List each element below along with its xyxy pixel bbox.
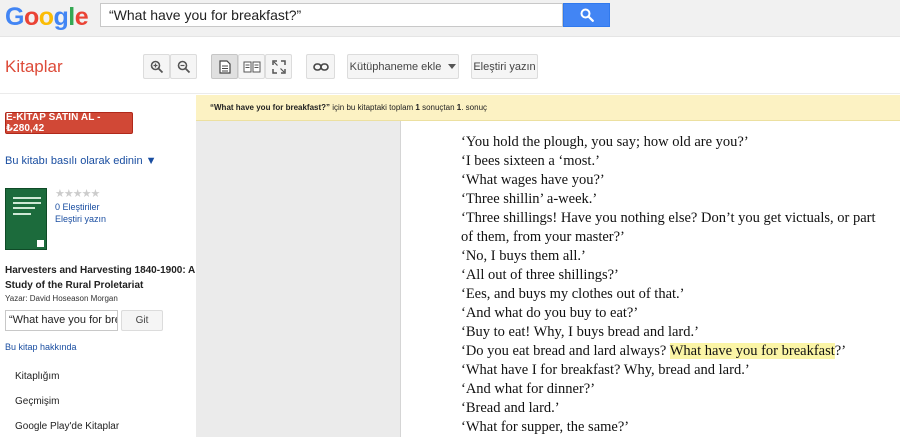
page-line: ‘I bees sixteen a ‘most.’ — [461, 153, 600, 169]
notice-query: “What have you for breakfast?” — [210, 103, 331, 112]
logo-letter: o — [38, 3, 54, 31]
search-hit-highlight: What have you for breakfast — [669, 343, 835, 359]
viewer-gutter — [196, 121, 400, 437]
zoom-out-icon — [177, 60, 190, 73]
book-cover-thumbnail[interactable] — [5, 188, 47, 250]
review-count-link[interactable]: 0 Eleştiriler — [55, 202, 100, 212]
search-in-book-input[interactable]: “What have you for brea — [5, 310, 118, 331]
add-to-library-label: Kütüphaneme ekle — [349, 60, 442, 73]
logo-letter: G — [5, 3, 24, 31]
search-result-notice: “What have you for breakfast?” için bu k… — [196, 95, 900, 121]
book-title: Harvesters and Harvesting 1840-1900: A S… — [5, 265, 195, 291]
page-line: ‘You hold the plough, you say; how old a… — [461, 134, 749, 150]
nav-google-play-books[interactable]: Google Play'de Kitaplar — [15, 421, 119, 432]
about-this-book-link[interactable]: Bu kitap hakkında — [5, 342, 77, 352]
logo-letter: e — [74, 3, 89, 31]
write-review-button[interactable]: Eleştiri yazın — [471, 54, 538, 79]
search-in-book-go-button[interactable]: Git — [121, 310, 163, 331]
single-page-icon — [218, 59, 231, 74]
nav-my-library[interactable]: Kitaplığım — [15, 371, 59, 382]
write-review-link[interactable]: Eleştiri yazın — [55, 214, 106, 224]
fullscreen-icon — [271, 59, 286, 74]
search-input[interactable]: “What have you for breakfast?” — [100, 3, 563, 27]
page-line-text: ‘Do you eat bread and lard always? — [461, 343, 670, 359]
page-line: ‘No, I buys them all.’ — [461, 248, 586, 264]
single-page-view-button[interactable] — [211, 54, 238, 79]
two-page-view-button[interactable] — [238, 54, 265, 79]
page-line: ‘What wages have you?’ — [461, 172, 605, 188]
page-line-highlighted: ‘Do you eat bread and lard always? What … — [461, 342, 891, 361]
logo-letter: o — [23, 3, 39, 31]
chevron-down-icon — [448, 64, 457, 69]
logo-letter: g — [53, 3, 69, 31]
zoom-out-button[interactable] — [170, 54, 197, 79]
google-search-bar: Google “What have you for breakfast?” — [0, 0, 900, 37]
rating-stars[interactable]: ★★★★★ — [55, 187, 100, 200]
magnifier-icon — [580, 8, 594, 22]
notice-text-1: için bu kitaptaki toplam — [330, 103, 416, 112]
notice-text-2: sonuçtan — [419, 103, 457, 112]
page-line: ‘Three shillin’ a-week.’ — [461, 191, 598, 207]
link-icon — [312, 62, 329, 71]
page-line: ‘What for supper, the same?’ — [461, 419, 630, 435]
add-to-library-button[interactable]: Kütüphaneme ekle — [347, 54, 459, 79]
books-brand[interactable]: Kitaplar — [5, 57, 63, 77]
page-line: ‘Three shillings! Have you nothing else?… — [461, 210, 876, 226]
search-button[interactable] — [563, 3, 610, 27]
get-print-book-link[interactable]: Bu kitabı basılı olarak edinin ▼ — [5, 155, 157, 167]
book-page-text: ‘You hold the plough, you say; how old a… — [461, 133, 891, 437]
page-line: of them, from your master?’ — [461, 229, 625, 245]
notice-text-3: . sonuç — [461, 103, 488, 112]
page-line: ‘And what for dinner?’ — [461, 381, 596, 397]
write-review-label: Eleştiri yazın — [473, 60, 536, 73]
page-line: ‘What have I for breakfast? Why, bread a… — [461, 362, 750, 378]
zoom-in-icon — [150, 60, 163, 73]
google-books-viewer: Google “What have you for breakfast?” Ki… — [0, 0, 900, 437]
page-line-text: ?’ — [834, 343, 847, 359]
page-line: ‘Bread and lard.’ — [461, 400, 560, 416]
link-button[interactable] — [306, 54, 335, 79]
google-logo[interactable]: Google — [5, 2, 89, 32]
books-toolbar: Kitaplar Kütüphaneme ekle Eleştiri yazın — [0, 37, 900, 94]
two-page-icon — [243, 61, 260, 72]
buy-ebook-button[interactable]: E-KİTAP SATIN AL - ₺280,42 — [5, 112, 133, 134]
book-sidebar: E-KİTAP SATIN AL - ₺280,42 Bu kitabı bas… — [0, 95, 196, 437]
book-author: Yazar: David Hoseason Morgan — [5, 294, 118, 303]
zoom-in-button[interactable] — [143, 54, 170, 79]
page-line: ‘Buy to eat! Why, I buys bread and lard.… — [461, 324, 699, 340]
page-line: ‘And what do you buy to eat?’ — [461, 305, 639, 321]
fullscreen-button[interactable] — [265, 54, 292, 79]
page-line: ‘All out of three shillings?’ — [461, 267, 619, 283]
page-line: ‘Ees, and buys my clothes out of that.’ — [461, 286, 685, 302]
nav-my-history[interactable]: Geçmişim — [15, 396, 59, 407]
